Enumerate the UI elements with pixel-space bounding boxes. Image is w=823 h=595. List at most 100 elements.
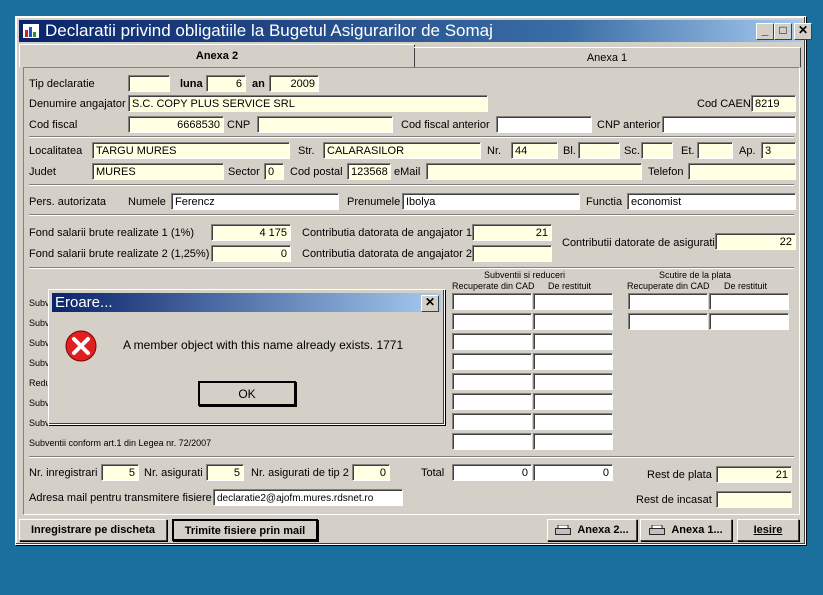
luna-field[interactable]: 6 — [206, 75, 246, 92]
minimize-button[interactable]: _ — [756, 23, 774, 40]
fond2-field[interactable]: 0 — [211, 245, 291, 262]
cod-fiscal-anterior-field[interactable] — [496, 116, 592, 133]
bl-field[interactable] — [578, 142, 620, 159]
subventii-cad-field[interactable] — [452, 353, 532, 370]
telefon-field[interactable] — [688, 163, 796, 180]
cnp-anterior-label: CNP anterior — [597, 119, 661, 131]
scutire-group-label: Scutire de la plata — [659, 270, 732, 280]
subventii-row-label: Subv — [29, 358, 50, 368]
subventii-group-label: Subventii si reduceri — [484, 270, 566, 280]
contrib2-field[interactable] — [472, 245, 552, 262]
subventii-cad-field[interactable] — [452, 313, 532, 330]
denumire-field[interactable]: S.C. COPY PLUS SERVICE SRL — [128, 95, 488, 112]
scutire-cad-field[interactable] — [628, 313, 708, 330]
error-icon — [65, 330, 97, 362]
nr-field[interactable]: 44 — [511, 142, 558, 159]
tab-anexa-2[interactable]: Anexa 2 — [19, 44, 415, 67]
functia-label: Functia — [586, 196, 623, 208]
separator — [29, 184, 794, 186]
nr-inregistrari-field[interactable]: 5 — [101, 464, 139, 481]
subventii-restituit-field[interactable] — [533, 333, 613, 350]
separator — [29, 214, 794, 216]
nr-asigurati-label: Nr. asigurati — [144, 467, 203, 479]
sc-field[interactable] — [641, 142, 673, 159]
cnp-field[interactable] — [257, 116, 393, 133]
subventii-cad-field[interactable] — [452, 393, 532, 410]
et-field[interactable] — [697, 142, 733, 159]
cnp-anterior-field[interactable] — [662, 116, 796, 133]
subventii-restituit-field[interactable] — [533, 433, 613, 450]
subventii-cad-field[interactable] — [452, 293, 532, 310]
subventii-cad-field[interactable] — [452, 433, 532, 450]
total-restituit-field[interactable]: 0 — [533, 464, 613, 481]
title-bar[interactable]: Declaratii privind obligatiile la Bugetu… — [19, 20, 812, 42]
cod-postal-field[interactable]: 123568 — [347, 163, 391, 180]
tip-declaratie-field[interactable] — [128, 75, 170, 92]
subventii-restituit-field[interactable] — [533, 373, 613, 390]
str-field[interactable]: CALARASILOR — [323, 142, 481, 159]
iesire-button[interactable]: Iesire — [737, 519, 799, 541]
localitatea-label: Localitatea — [29, 145, 83, 157]
fond1-field[interactable]: 4 175 — [211, 224, 291, 241]
subventii-cad-field[interactable] — [452, 373, 532, 390]
cod-caen-field[interactable]: 8219 — [751, 95, 796, 112]
numele-field[interactable]: Ferencz — [171, 193, 339, 210]
email-field[interactable] — [426, 163, 642, 180]
separator — [29, 456, 794, 458]
prenumele-field[interactable]: Ibolya — [402, 193, 580, 210]
localitatea-field[interactable]: TARGU MURES — [92, 142, 290, 159]
subventii-restituit-field[interactable] — [533, 413, 613, 430]
contrib1-field[interactable]: 21 — [472, 224, 552, 241]
app-icon — [23, 24, 39, 38]
pers-autorizata-label: Pers. autorizata — [29, 196, 107, 208]
subventii-restituit-field[interactable] — [533, 353, 613, 370]
judet-field[interactable]: MURES — [92, 163, 224, 180]
maximize-button[interactable]: □ — [774, 23, 792, 40]
dialog-title-bar[interactable]: Eroare... ✕ — [52, 293, 441, 312]
cod-fiscal-field[interactable]: 6668530 — [128, 116, 224, 133]
total-cad-field[interactable]: 0 — [452, 464, 532, 481]
nr-asigurati-field[interactable]: 5 — [206, 464, 244, 481]
ap-label: Ap. — [739, 145, 756, 157]
rest-incasat-label: Rest de incasat — [636, 494, 712, 506]
subventii-restituit-field[interactable] — [533, 393, 613, 410]
rest-plata-field[interactable]: 21 — [716, 466, 792, 483]
fond2-label: Fond salarii brute realizate 2 (1,25%) — [29, 248, 210, 260]
anexa1-button-label: Anexa 1... — [671, 524, 723, 536]
cod-caen-label: Cod CAEN — [697, 98, 751, 110]
scutire-restituit-field[interactable] — [709, 293, 789, 310]
ok-button[interactable]: OK — [198, 381, 296, 406]
subventii-restituit-field[interactable] — [533, 313, 613, 330]
scutire-cad-field[interactable] — [628, 293, 708, 310]
scutire-restituit-field[interactable] — [709, 313, 789, 330]
subventii-cad-field[interactable] — [452, 413, 532, 430]
contrib-asig-field[interactable]: 22 — [715, 233, 796, 250]
dialog-title: Eroare... — [55, 294, 113, 311]
rest-incasat-field[interactable] — [716, 491, 792, 508]
anexa2-button[interactable]: Anexa 2... — [547, 519, 637, 541]
sector-field[interactable]: 0 — [264, 163, 284, 180]
window-title: Declaratii privind obligatiile la Bugetu… — [45, 21, 493, 40]
ap-field[interactable]: 3 — [761, 142, 796, 159]
inregistrare-button[interactable]: Inregistrare pe discheta — [19, 519, 167, 541]
tip-declaratie-label: Tip declaratie — [29, 78, 95, 90]
trimite-mail-button[interactable]: Trimite fisiere prin mail — [172, 519, 318, 541]
subventii-restituit-field[interactable] — [533, 293, 613, 310]
nr-asigurati-tip2-field[interactable]: 0 — [352, 464, 390, 481]
bl-label: Bl. — [563, 145, 576, 157]
printer-icon — [649, 525, 666, 535]
luna-label: luna — [180, 78, 203, 90]
close-button[interactable]: ✕ — [794, 23, 812, 40]
subventii-col1-label: Recuperate din CAD — [452, 281, 535, 291]
telefon-label: Telefon — [648, 166, 684, 178]
dialog-close-button[interactable]: ✕ — [421, 295, 439, 312]
adresa-mail-field[interactable]: declaratie2@ajofm.mures.rdsnet.ro — [213, 489, 403, 506]
email-label: eMail — [394, 166, 421, 178]
functia-field[interactable]: economist — [627, 193, 796, 210]
subventii-cad-field[interactable] — [452, 333, 532, 350]
str-label: Str. — [298, 145, 315, 157]
tab-anexa-1[interactable]: Anexa 1 — [414, 47, 801, 68]
anexa1-button[interactable]: Anexa 1... — [640, 519, 732, 541]
contrib-asig-label: Contributii datorate de asigurati — [562, 237, 715, 249]
an-field[interactable]: 2009 — [269, 75, 319, 92]
